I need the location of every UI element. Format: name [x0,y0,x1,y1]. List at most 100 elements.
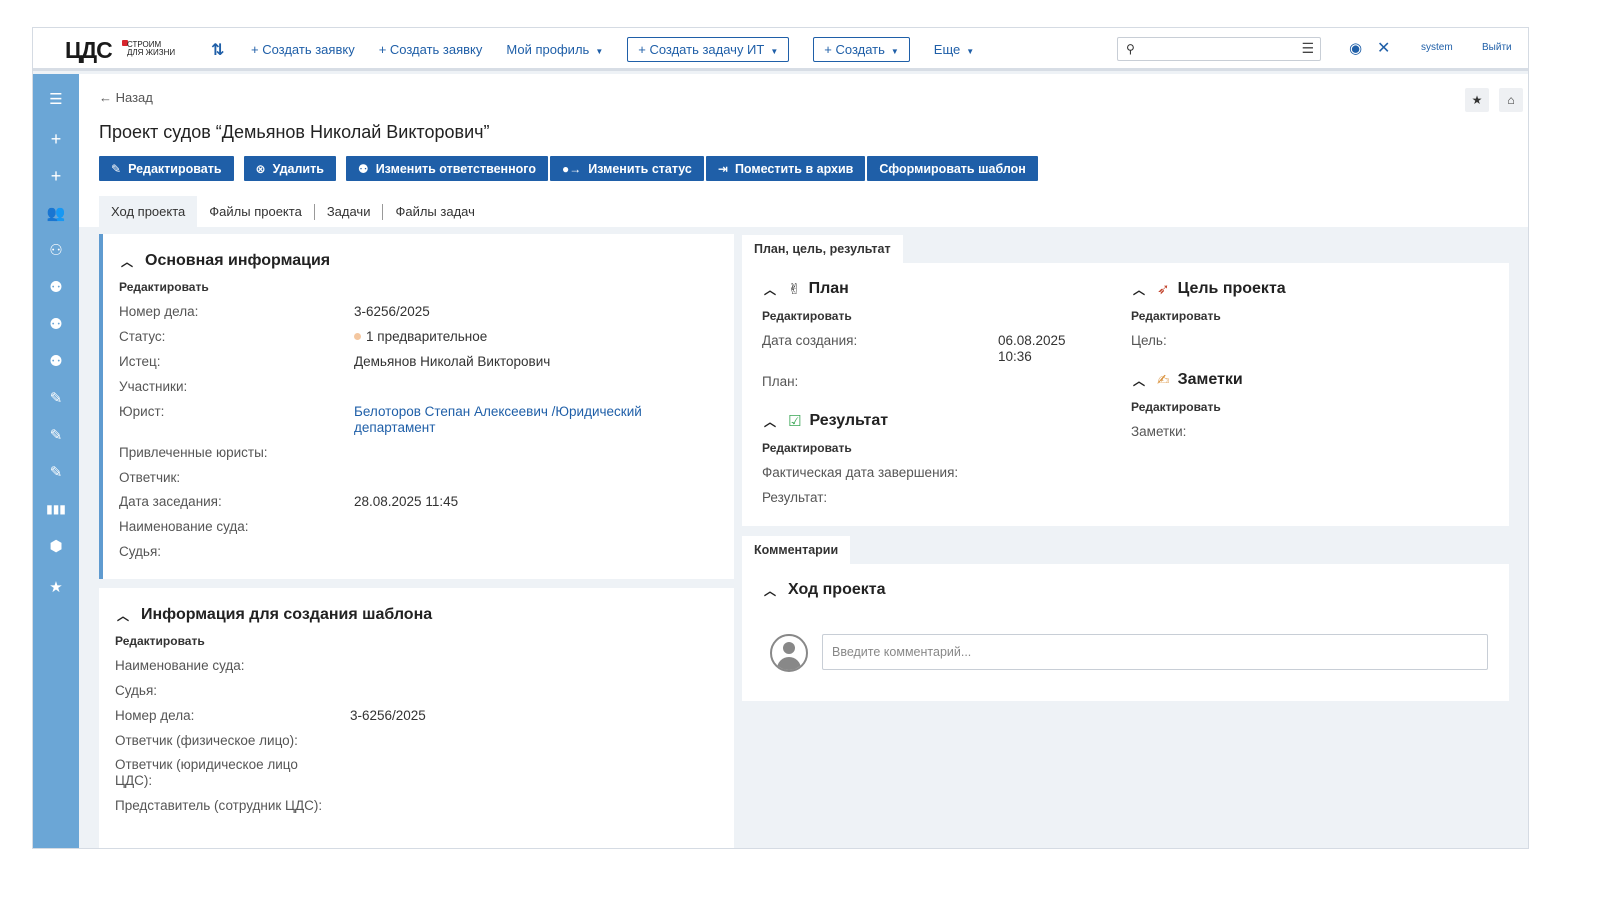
chart-icon[interactable]: ▮▮▮ [33,494,79,524]
chevron-up-icon: ︿ [121,254,134,269]
field-label: Участники: [119,379,188,394]
main-info-header[interactable]: ︿ Основная информация [121,252,330,270]
template-info-header[interactable]: ︿ Информация для создания шаблона [117,606,432,624]
search-input[interactable] [1142,40,1292,58]
created-time: 10:36 [998,349,1032,364]
field-label: Дата создания: [762,333,858,348]
archive-icon: ⇥ [717,161,728,176]
change-status-button[interactable]: ●→ Изменить статус [549,156,704,181]
comments-tab[interactable]: Комментарии [742,536,851,564]
create-it-task-label: + Создать задачу ИТ [638,42,765,57]
generate-template-button[interactable]: Сформировать шаблон [867,156,1038,181]
comment-field [822,634,1488,670]
case-number-value: 3-6256/2025 [354,304,430,319]
notes-header[interactable]: ︿ ✍ Заметки [1133,371,1243,389]
tab-tasks[interactable]: Задачи [315,196,383,227]
comments-panel: ︿ Ход проекта [742,564,1509,701]
notes-edit-link[interactable]: Редактировать [1131,400,1221,414]
nav-my-profile-label: Мой профиль [506,42,590,57]
nav-my-profile[interactable]: Мой профиль ▼ [506,42,603,57]
template-info-edit-link[interactable]: Редактировать [115,634,205,648]
sort-icon[interactable]: ⇅ [211,40,224,60]
field-label: Судья: [119,544,162,559]
user-arrow-icon[interactable]: ⚉ [33,272,79,302]
lawyer-link[interactable]: Белоторов Степан Алексеевич /Юридический… [354,404,642,436]
field-label: Результат: [762,490,828,505]
result-header[interactable]: ︿ ☑ Результат [764,412,888,430]
status-icon: ●→ [561,161,582,176]
comments-header[interactable]: ︿ Ход проекта [764,581,886,599]
created-date-value: 06.08.2025 10:36 [998,333,1066,365]
goal-edit-link[interactable]: Редактировать [1131,309,1221,323]
archive-button-label: Поместить в архив [734,161,854,176]
plan-panel: ︿ ✌ План Редактировать Дата создания: 06.0… [742,263,1509,526]
field-label: Цель: [1131,333,1167,348]
close-circle-icon: ⊗ [255,161,266,176]
tab-project-files[interactable]: Файлы проекта [197,196,314,227]
action-toolbar: ✎ Редактировать ⊗ Удалить ⚉ Изменить ответс… [99,156,1040,181]
document-edit-icon[interactable]: ✎ [33,383,79,413]
star-icon[interactable]: ★ [33,572,79,602]
star-icon[interactable]: ★ [1465,88,1489,112]
create-it-task-button[interactable]: + Создать задачу ИТ ▼ [627,37,790,62]
pencil-icon: ✎ [111,161,122,176]
menu-icon[interactable]: ☰ [33,84,79,114]
delete-button[interactable]: ⊗ Удалить [243,156,336,181]
plaintiff-value: Демьянов Николай Викторович [354,354,551,369]
search-icon[interactable]: ⚲ [1126,42,1135,56]
field-label: Наименование суда: [115,658,245,673]
plan-edit-link[interactable]: Редактировать [762,309,852,323]
goal-header[interactable]: ︿ ➶ Цель проекта [1133,280,1286,298]
add-icon[interactable]: + [33,124,79,154]
logo[interactable]: ЦДС СТРОИМ ДЛЯ ЖИЗНИ [65,37,185,63]
settings-icon[interactable]: ⬢ [33,531,79,561]
lawyer-link-line-2: департамент [354,420,436,435]
home-icon[interactable]: ⌂ [1499,88,1523,112]
tools-icon[interactable]: ✕ [1377,38,1390,58]
field-label: Судья: [115,683,158,698]
field-label: Заметки: [1131,424,1187,439]
create-button[interactable]: + Создать ▼ [813,37,910,62]
user-arrow-icon[interactable]: ⚉ [33,346,79,376]
comment-input[interactable] [823,635,1487,669]
app-window: ЦДС СТРОИМ ДЛЯ ЖИЗНИ ⇅ + Создать заявку … [32,27,1529,849]
comments-title: Ход проекта [788,581,886,598]
goal-title: Цель проекта [1177,280,1286,297]
archive-button[interactable]: ⇥ Поместить в архив [705,156,866,181]
notes-title: Заметки [1177,371,1243,388]
chevron-up-icon: ︿ [764,282,777,297]
plan-panel-tab[interactable]: План, цель, результат [742,235,903,263]
user-arrow-icon[interactable]: ⚉ [33,309,79,339]
chevron-down-icon: ▼ [890,47,899,56]
status-dot-icon [354,333,361,340]
main-info-edit-link[interactable]: Редактировать [119,280,209,294]
top-bar: ЦДС СТРОИМ ДЛЯ ЖИЗНИ ⇅ + Создать заявку … [33,28,1528,71]
result-edit-link[interactable]: Редактировать [762,441,852,455]
template-info-title: Информация для создания шаблона [141,606,433,623]
nav-more[interactable]: Еще ▼ [934,42,974,57]
tab-task-files[interactable]: Файлы задач [383,196,486,227]
edit-button[interactable]: ✎ Редактировать [99,156,234,181]
document-edit-icon[interactable]: ✎ [33,420,79,450]
filter-icon[interactable]: ☰ [1301,40,1314,57]
user-group-icon[interactable]: ⚇ [33,235,79,265]
created-date: 06.08.2025 [998,333,1066,348]
document-edit-icon[interactable]: ✎ [33,457,79,487]
add-icon[interactable]: + [33,161,79,191]
user-link[interactable]: system [1421,42,1453,53]
field-label: Номер дела: [119,304,199,319]
main-nav: + Создать заявку + Создать заявку Мой пр… [251,28,998,71]
field-label-line-2: ЦДС): [115,773,153,788]
logout-link[interactable]: Выйти [1482,42,1512,53]
logo-tagline-2: ДЛЯ ЖИЗНИ [127,48,176,57]
check-box-icon: ☑ [788,413,802,430]
users-icon[interactable]: 👥 [33,198,79,228]
plan-header[interactable]: ︿ ✌ План [764,280,849,298]
change-responsible-button[interactable]: ⚉ Изменить ответственного [345,156,548,181]
eye-off-icon[interactable]: ◉ [1349,39,1362,57]
tab-project-progress[interactable]: Ход проекта [99,196,198,227]
nav-create-request-1[interactable]: + Создать заявку [251,42,355,57]
nav-create-request-2[interactable]: + Создать заявку [379,42,483,57]
back-link[interactable]: ← Назад [99,90,153,105]
create-label: + Создать [824,42,885,57]
